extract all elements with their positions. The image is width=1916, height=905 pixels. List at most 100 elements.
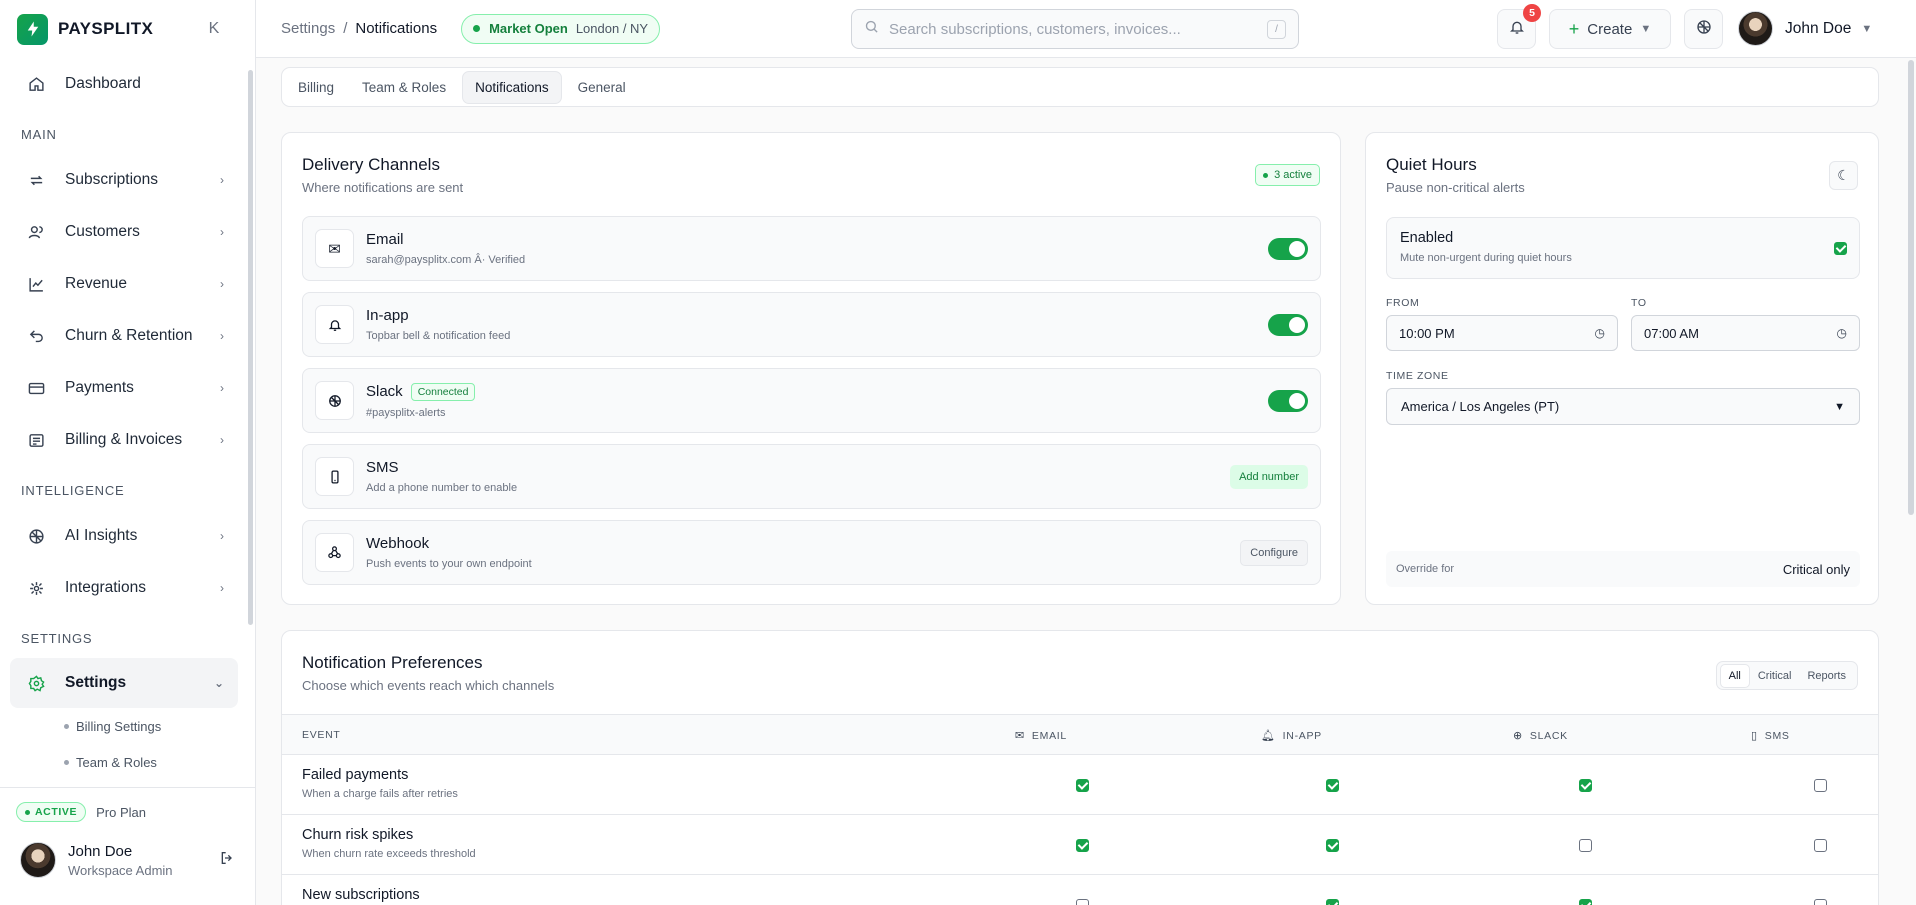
- channel-checkbox[interactable]: [1076, 899, 1089, 905]
- event-name: Failed payments: [302, 767, 409, 783]
- status-dot: [1263, 172, 1269, 178]
- sidebar-scrollbar[interactable]: [248, 70, 253, 625]
- connected-badge: Connected: [410, 382, 476, 401]
- search-input[interactable]: [889, 20, 1267, 38]
- users-icon: [28, 223, 46, 241]
- channel-checkbox[interactable]: [1076, 839, 1089, 852]
- event-desc: When churn rate exceeds threshold: [302, 848, 476, 860]
- search-icon: [864, 19, 879, 39]
- avatar[interactable]: [20, 842, 56, 878]
- avatar: [1738, 11, 1773, 46]
- table-row: Churn risk spikes When churn rate exceeds…: [282, 815, 1878, 875]
- phone-icon: [315, 457, 354, 496]
- column-in-app: 🔔︎ IN-APP: [1261, 729, 1322, 743]
- page-scrollbar[interactable]: [1908, 60, 1914, 515]
- plus-icon: +: [1568, 18, 1580, 39]
- sidebar-item-dashboard[interactable]: Dashboard: [0, 58, 248, 110]
- event-cell: New subscriptions: [302, 887, 420, 905]
- sidebar-item-revenue[interactable]: Revenue ›: [0, 258, 248, 310]
- filter-all[interactable]: All: [1719, 663, 1750, 688]
- chevron-right-icon: ›: [220, 225, 224, 239]
- sidebar-item-customers[interactable]: Customers ›: [0, 206, 248, 258]
- configure-button[interactable]: Configure: [1240, 539, 1308, 566]
- sidebar-item-label: Subscriptions: [65, 171, 159, 188]
- channel-checkbox[interactable]: [1326, 779, 1339, 792]
- settings-tabs: Billing Team & Roles Notifications Gener…: [281, 67, 1879, 107]
- sidebar-subitem-team-roles[interactable]: Team & Roles: [0, 744, 248, 780]
- column-sms: ▯ SMS: [1751, 729, 1790, 743]
- tab-team-roles[interactable]: Team & Roles: [350, 72, 458, 103]
- sidebar-item-settings[interactable]: Settings ⌄: [10, 658, 238, 708]
- timezone-select[interactable]: America / Los Angeles (PT) ▼: [1386, 388, 1860, 425]
- column-event: EVENT: [302, 729, 341, 741]
- add-number-button[interactable]: Add number: [1230, 464, 1308, 489]
- email-toggle[interactable]: [1268, 237, 1308, 260]
- chevron-down-icon: ▼: [1834, 400, 1845, 413]
- moon-icon[interactable]: ☾: [1829, 161, 1858, 190]
- channel-checkbox[interactable]: [1579, 899, 1592, 905]
- from-time-value: 10:00 PM: [1399, 325, 1455, 341]
- column-email: ✉ EMAIL: [1015, 729, 1067, 743]
- tab-notifications[interactable]: Notifications: [462, 70, 562, 104]
- ai-assistant-button[interactable]: [1684, 9, 1723, 49]
- table-row: New subscriptions: [282, 875, 1878, 905]
- tab-billing[interactable]: Billing: [286, 72, 346, 103]
- event-desc: When a charge fails after retries: [302, 788, 458, 800]
- user-name: John Doe: [68, 842, 133, 860]
- channel-name: Slack: [366, 383, 403, 400]
- sidebar-item-subscriptions[interactable]: Subscriptions ›: [0, 154, 248, 206]
- channel-checkbox[interactable]: [1579, 839, 1592, 852]
- event-name: Churn risk spikes: [302, 827, 414, 843]
- from-time-input[interactable]: 10:00 PM ◷: [1386, 315, 1618, 351]
- enabled-desc: Mute non-urgent during quiet hours: [1400, 252, 1572, 264]
- logout-icon[interactable]: [219, 850, 235, 870]
- card-title: Notification Preferences: [302, 653, 483, 672]
- plan-name: Pro Plan: [96, 804, 146, 820]
- user-menu[interactable]: John Doe ▼: [1738, 11, 1872, 46]
- override-value[interactable]: Critical only: [1783, 562, 1850, 577]
- card-title: Quiet Hours: [1386, 155, 1477, 174]
- column-label: SMS: [1764, 729, 1790, 742]
- in-app-toggle[interactable]: [1268, 313, 1308, 336]
- status-dot: [473, 25, 481, 32]
- slack-toggle[interactable]: [1268, 389, 1308, 412]
- enabled-checkbox[interactable]: [1834, 242, 1847, 255]
- create-button[interactable]: + Create ▼: [1549, 9, 1671, 49]
- sidebar-item-payments[interactable]: Payments ›: [0, 362, 248, 414]
- tab-general[interactable]: General: [566, 72, 638, 103]
- channel-checkbox[interactable]: [1076, 779, 1089, 792]
- mail-icon: ✉: [315, 229, 354, 268]
- user-text: John Doe Workspace Admin: [68, 843, 173, 878]
- channel-checkbox[interactable]: [1326, 899, 1339, 905]
- slack-icon: [315, 381, 354, 420]
- channel-checkbox[interactable]: [1814, 779, 1827, 792]
- notifications-button[interactable]: 5: [1497, 4, 1541, 49]
- channel-checkbox[interactable]: [1326, 839, 1339, 852]
- to-time-input[interactable]: 07:00 AM ◷: [1631, 315, 1860, 351]
- channel-text: Slack Connected #paysplitx-alerts: [366, 382, 476, 419]
- channel-checkbox[interactable]: [1814, 899, 1827, 905]
- filter-reports[interactable]: Reports: [1799, 665, 1854, 687]
- sidebar-item-churn[interactable]: Churn & Retention ›: [0, 310, 248, 362]
- channel-name: Webhook: [366, 535, 430, 552]
- breadcrumb-root[interactable]: Settings: [281, 20, 335, 37]
- sidebar-subitem-billing-settings[interactable]: Billing Settings: [0, 708, 248, 744]
- card-subtitle: Choose which events reach which channels: [302, 678, 555, 693]
- sidebar-item-billing[interactable]: Billing & Invoices ›: [0, 414, 248, 466]
- sidebar-item-ai-insights[interactable]: AI Insights ›: [0, 510, 248, 562]
- channel-checkbox[interactable]: [1579, 779, 1592, 792]
- chevron-down-icon: ▼: [1640, 23, 1652, 35]
- sidebar-item-integrations[interactable]: Integrations ›: [0, 562, 248, 614]
- sidebar: PAYSPLITX K Dashboard MAIN Subscriptions…: [0, 0, 256, 905]
- collapse-sidebar-button[interactable]: K: [204, 20, 224, 38]
- quiet-hours-card: Quiet Hours Pause non-critical alerts ☾ …: [1365, 132, 1879, 605]
- home-icon: [28, 75, 46, 93]
- channel-checkbox[interactable]: [1814, 839, 1827, 852]
- card-title: Delivery Channels: [302, 155, 440, 174]
- filter-critical[interactable]: Critical: [1750, 665, 1800, 687]
- active-count-badge: 3 active: [1255, 164, 1320, 186]
- create-label: Create: [1587, 20, 1633, 38]
- from-label: FROM: [1386, 297, 1420, 309]
- user-name: John Doe: [1785, 19, 1852, 37]
- channel-text: In-app Topbar bell & notification feed: [366, 307, 510, 342]
